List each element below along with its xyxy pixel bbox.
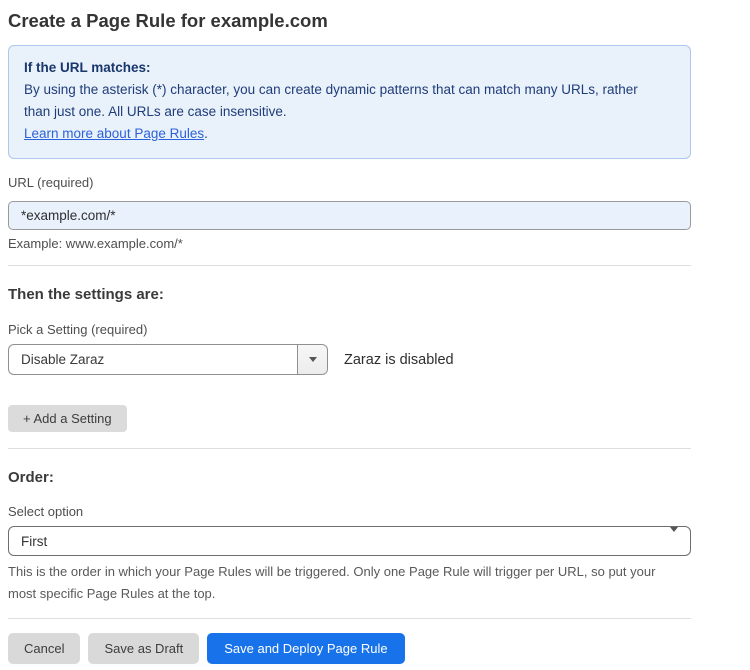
info-box-link-line: Learn more about Page Rules. — [24, 123, 675, 145]
setting-row: Disable Zaraz Zaraz is disabled — [8, 344, 691, 375]
order-help-text: This is the order in which your Page Rul… — [8, 561, 678, 605]
url-input[interactable] — [8, 201, 691, 230]
chevron-down-icon — [670, 532, 678, 550]
order-select-label: Select option — [8, 504, 691, 519]
link-suffix: . — [204, 126, 208, 141]
divider — [8, 265, 691, 266]
order-section-heading: Order: — [8, 469, 691, 486]
divider — [8, 618, 691, 619]
setting-select-value: Disable Zaraz — [9, 352, 104, 367]
url-field-label: URL (required) — [8, 175, 691, 190]
order-select[interactable]: First — [8, 526, 691, 556]
learn-more-link[interactable]: Learn more about Page Rules — [24, 126, 204, 141]
page-rule-form: Create a Page Rule for example.com If th… — [8, 0, 691, 664]
page-title: Create a Page Rule for example.com — [8, 10, 691, 32]
divider — [8, 448, 691, 449]
save-as-draft-button[interactable]: Save as Draft — [88, 633, 199, 664]
url-example-text: Example: www.example.com/* — [8, 236, 691, 251]
order-select-value: First — [9, 534, 47, 549]
info-box-heading: If the URL matches: — [24, 57, 675, 79]
chevron-down-icon — [309, 357, 317, 362]
save-and-deploy-button[interactable]: Save and Deploy Page Rule — [207, 633, 404, 664]
setting-status-text: Zaraz is disabled — [344, 352, 454, 368]
add-setting-button[interactable]: + Add a Setting — [8, 405, 127, 432]
settings-section-heading: Then the settings are: — [8, 286, 691, 303]
pick-setting-label: Pick a Setting (required) — [8, 322, 691, 337]
setting-select-arrow-button[interactable] — [297, 345, 327, 374]
setting-select[interactable]: Disable Zaraz — [8, 344, 328, 375]
form-actions: Cancel Save as Draft Save and Deploy Pag… — [8, 633, 691, 664]
info-box-body: By using the asterisk (*) character, you… — [24, 79, 664, 123]
cancel-button[interactable]: Cancel — [8, 633, 80, 664]
url-match-info-box: If the URL matches: By using the asteris… — [8, 45, 691, 159]
